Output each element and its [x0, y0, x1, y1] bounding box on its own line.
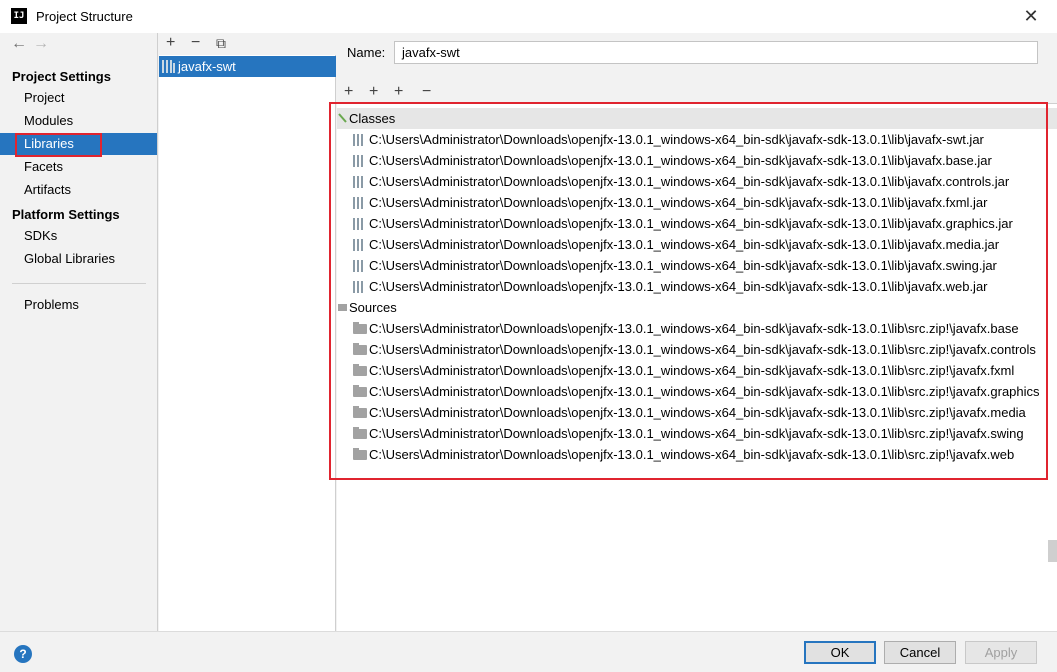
sidebar-item-facets[interactable]: Facets	[0, 156, 157, 178]
library-list-toolbar: + − ⧉	[159, 33, 336, 55]
library-name-input[interactable]: javafx-swt	[394, 41, 1038, 64]
platform-settings-header: Platform Settings	[12, 207, 120, 222]
library-icon	[162, 60, 175, 73]
dialog-footer: ? OK Cancel Apply	[0, 631, 1057, 672]
add-root-icon[interactable]: +	[344, 83, 353, 101]
remove-icon[interactable]: −	[191, 34, 200, 52]
library-list-panel: + − ⧉ javafx-swt	[159, 33, 336, 631]
add-classes-icon[interactable]: +	[369, 83, 378, 101]
close-icon[interactable]: ✕	[1019, 4, 1043, 28]
libraries-highlight-box	[15, 133, 102, 157]
window-title: Project Structure	[36, 9, 133, 24]
name-label: Name:	[347, 45, 386, 60]
intellij-logo-icon: IJ	[11, 8, 27, 24]
copy-icon[interactable]: ⧉	[216, 35, 226, 52]
sidebar-item-artifacts[interactable]: Artifacts	[0, 179, 157, 201]
settings-sidebar: ← → Project Settings Project Modules Libr…	[0, 33, 158, 631]
sidebar-item-project[interactable]: Project	[0, 87, 157, 109]
sidebar-divider	[12, 283, 146, 284]
add-icon[interactable]: +	[166, 34, 175, 52]
apply-button[interactable]: Apply	[965, 641, 1037, 664]
back-arrow-icon[interactable]: ←	[8, 35, 30, 53]
add-special-root-icon[interactable]: +	[394, 83, 403, 101]
library-list-item[interactable]: javafx-swt	[159, 56, 336, 77]
sidebar-item-global-libraries[interactable]: Global Libraries	[0, 248, 157, 270]
title-bar: IJ Project Structure ✕	[0, 0, 1057, 33]
forward-arrow-icon[interactable]: →	[30, 35, 52, 53]
ok-button[interactable]: OK	[804, 641, 876, 664]
vertical-scrollbar-thumb[interactable]	[1048, 540, 1057, 562]
sidebar-item-problems[interactable]: Problems	[0, 294, 157, 316]
library-name: javafx-swt	[178, 59, 236, 74]
cancel-button[interactable]: Cancel	[884, 641, 956, 664]
history-nav: ← →	[8, 35, 52, 57]
sidebar-item-modules[interactable]: Modules	[0, 110, 157, 132]
project-settings-header: Project Settings	[12, 69, 111, 84]
help-icon[interactable]: ?	[14, 645, 32, 663]
roots-highlight-box	[329, 102, 1048, 480]
sidebar-item-sdks[interactable]: SDKs	[0, 225, 157, 247]
roots-toolbar: + + + −	[337, 83, 1057, 103]
remove-root-icon[interactable]: −	[422, 83, 431, 101]
